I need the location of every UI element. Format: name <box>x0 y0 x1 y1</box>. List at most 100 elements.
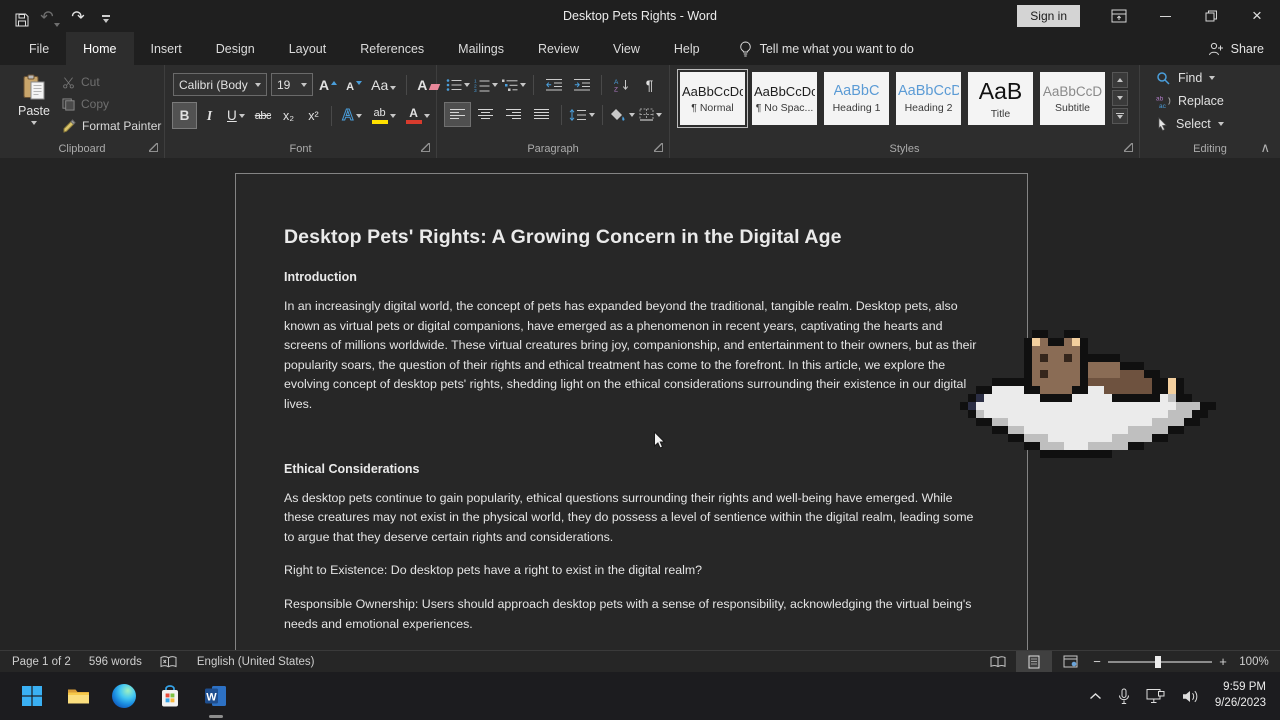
tray-chevron-up-icon[interactable] <box>1089 692 1102 701</box>
decrease-indent-button[interactable] <box>541 73 566 96</box>
undo-button[interactable]: ↶ <box>40 5 60 27</box>
restore-button[interactable] <box>1188 0 1234 32</box>
zoom-level[interactable]: 100% <box>1232 656 1276 668</box>
customize-quick-access-button[interactable] <box>96 5 116 27</box>
bold-button[interactable]: B <box>173 103 196 128</box>
grow-font-button[interactable]: A <box>317 73 339 96</box>
tab-home[interactable]: Home <box>66 32 133 65</box>
cut-button[interactable]: Cut <box>62 74 161 90</box>
read-mode-button[interactable] <box>980 651 1016 673</box>
style-title[interactable]: AaB Title <box>968 72 1033 125</box>
tab-design[interactable]: Design <box>199 32 272 65</box>
redo-button[interactable]: ↷ <box>68 5 88 27</box>
style-normal[interactable]: AaBbCcDc ¶ Normal <box>680 72 745 125</box>
align-center-button[interactable] <box>473 103 498 126</box>
align-left-button[interactable] <box>445 103 470 126</box>
tab-view[interactable]: View <box>596 32 657 65</box>
language-indicator[interactable]: English (United States) <box>197 656 315 668</box>
text-effects-button[interactable]: A <box>338 103 366 128</box>
underline-button[interactable]: U <box>223 103 249 128</box>
tell-me-box[interactable]: Tell me what you want to do <box>739 32 914 65</box>
styles-scroll-up-button[interactable] <box>1112 72 1128 88</box>
word-taskbar-button[interactable]: W <box>203 683 229 709</box>
font-dialog-launcher-icon[interactable] <box>421 143 430 152</box>
print-layout-button[interactable] <box>1016 651 1052 673</box>
style-subtitle[interactable]: AaBbCcD Subtitle <box>1040 72 1105 125</box>
paste-button[interactable]: Paste <box>8 71 60 139</box>
format-painter-button[interactable]: Format Painter <box>62 118 161 134</box>
shading-button[interactable] <box>610 103 635 126</box>
styles-dialog-launcher-icon[interactable] <box>1124 143 1133 152</box>
start-button[interactable] <box>19 683 45 709</box>
sign-in-button[interactable]: Sign in <box>1017 5 1080 27</box>
font-color-button[interactable]: A <box>402 103 434 128</box>
network-display-icon[interactable] <box>1146 688 1166 704</box>
style-no-spacing[interactable]: AaBbCcDc ¶ No Spac... <box>752 72 817 125</box>
align-right-button[interactable] <box>501 103 526 126</box>
microsoft-store-button[interactable] <box>157 683 183 709</box>
speaker-icon[interactable] <box>1181 689 1200 704</box>
subscript-button[interactable]: x₂ <box>277 103 300 128</box>
close-button[interactable]: × <box>1234 0 1280 32</box>
tab-review[interactable]: Review <box>521 32 596 65</box>
font-family-select[interactable]: Calibri (Body <box>173 73 267 96</box>
clipboard-dialog-launcher-icon[interactable] <box>149 143 158 152</box>
desktop-pet-cat[interactable] <box>960 330 1216 458</box>
word-count[interactable]: 596 words <box>89 656 142 668</box>
change-case-button[interactable]: Aa <box>369 73 398 96</box>
styles-more-button[interactable] <box>1112 108 1128 124</box>
edge-browser-button[interactable] <box>111 683 137 709</box>
tab-mailings[interactable]: Mailings <box>441 32 521 65</box>
clock[interactable]: 9:59 PM 9/26/2023 <box>1215 680 1266 711</box>
caret-up-icon <box>1117 78 1123 82</box>
zoom-slider-handle[interactable] <box>1155 656 1161 668</box>
italic-button[interactable]: I <box>198 103 221 128</box>
line-spacing-button[interactable] <box>569 103 595 126</box>
tab-references[interactable]: References <box>343 32 441 65</box>
collapse-ribbon-button[interactable]: ∧ <box>1260 140 1270 156</box>
font-size-select[interactable]: 19 <box>271 73 313 96</box>
minimize-button[interactable] <box>1142 0 1188 32</box>
web-layout-button[interactable] <box>1052 651 1088 673</box>
divider <box>601 75 602 95</box>
justify-button[interactable] <box>529 103 554 126</box>
borders-button[interactable] <box>638 103 663 126</box>
style-heading-2[interactable]: AaBbCcD Heading 2 <box>896 72 961 125</box>
tab-file[interactable]: File <box>12 32 66 65</box>
highlight-color-button[interactable]: ab <box>368 103 400 128</box>
zoom-slider[interactable] <box>1108 661 1212 663</box>
tab-insert[interactable]: Insert <box>134 32 199 65</box>
multilevel-list-button[interactable] <box>501 73 526 96</box>
style-heading-1[interactable]: AaBbC Heading 1 <box>824 72 889 125</box>
font-color-icon: A <box>406 108 422 124</box>
microphone-icon[interactable] <box>1117 688 1131 705</box>
proofing-errors-icon[interactable] <box>160 656 177 668</box>
increase-indent-button[interactable] <box>569 73 594 96</box>
copy-button[interactable]: Copy <box>62 96 161 112</box>
select-button[interactable]: Select <box>1156 114 1280 134</box>
replace-button[interactable]: abac Replace <box>1156 91 1280 111</box>
styles-scroll-down-button[interactable] <box>1112 90 1128 106</box>
strikethrough-button[interactable]: abc <box>251 103 275 128</box>
tab-help[interactable]: Help <box>657 32 717 65</box>
superscript-button[interactable]: x² <box>302 103 325 128</box>
folder-icon <box>66 684 91 708</box>
ribbon-display-options-button[interactable] <box>1096 0 1142 32</box>
sort-button[interactable]: AZ <box>609 73 634 96</box>
numbering-button[interactable]: 123 <box>473 73 498 96</box>
status-bar-right: − + 100% <box>980 651 1276 673</box>
page-indicator[interactable]: Page 1 of 2 <box>12 656 71 668</box>
file-explorer-button[interactable] <box>65 683 91 709</box>
show-formatting-marks-button[interactable]: ¶ <box>637 73 662 96</box>
document-page[interactable]: Desktop Pets' Rights: A Growing Concern … <box>235 173 1028 650</box>
bullets-button[interactable] <box>445 73 470 96</box>
zoom-out-button[interactable]: − <box>1088 654 1106 669</box>
save-icon[interactable] <box>12 5 32 27</box>
shrink-font-button[interactable]: A <box>343 73 365 96</box>
share-button[interactable]: Share <box>1208 32 1264 65</box>
zoom-in-button[interactable]: + <box>1214 654 1232 669</box>
format-painter-brush-icon <box>62 119 76 133</box>
tab-layout[interactable]: Layout <box>272 32 344 65</box>
paragraph-dialog-launcher-icon[interactable] <box>654 143 663 152</box>
find-button[interactable]: Find <box>1156 68 1280 88</box>
